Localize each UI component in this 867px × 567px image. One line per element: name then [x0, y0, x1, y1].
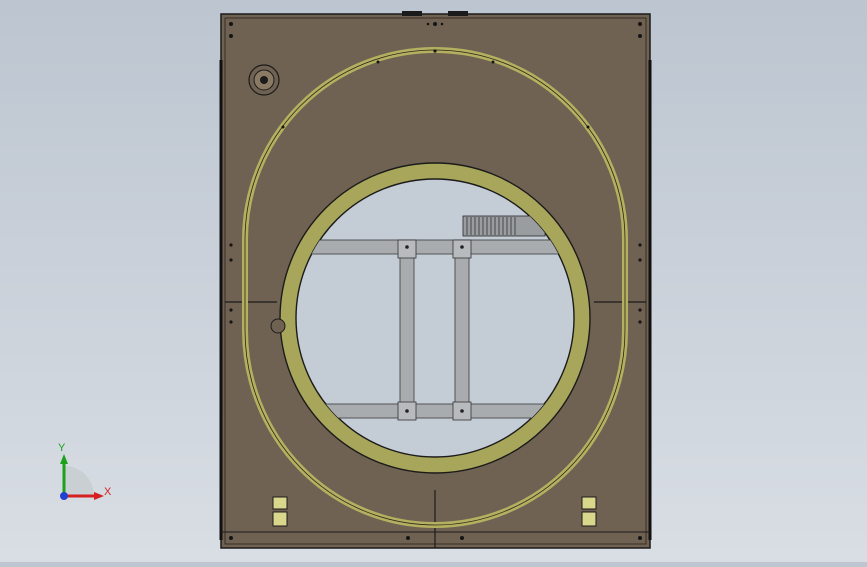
connector-left[interactable]	[272, 496, 288, 527]
graphics-viewport[interactable]: Y X	[0, 0, 867, 562]
cad-model-view[interactable]	[0, 0, 867, 562]
connector-right[interactable]	[581, 496, 597, 527]
rotary-ring[interactable]	[279, 162, 591, 474]
port-fitting[interactable]	[248, 64, 280, 96]
z-axis-dot	[60, 492, 68, 500]
triad-graphic	[60, 454, 104, 500]
x-axis-label: X	[104, 486, 112, 498]
y-axis-label: Y	[58, 442, 66, 454]
orientation-triad[interactable]: Y X	[40, 440, 120, 510]
top-tab-right	[448, 11, 468, 16]
ring-notch	[270, 318, 286, 334]
top-tab-left	[402, 11, 422, 16]
